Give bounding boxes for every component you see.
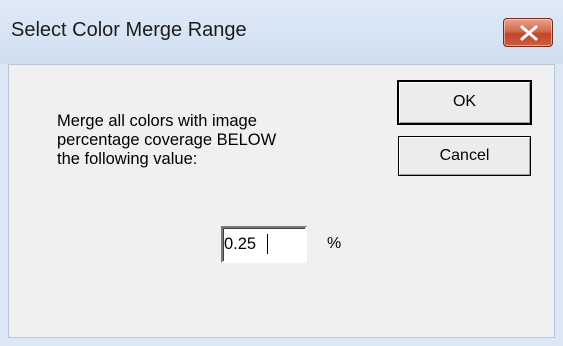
close-icon [520,25,538,41]
text-cursor [267,234,268,254]
cancel-button[interactable]: Cancel [398,136,531,176]
percentage-input[interactable] [221,226,307,263]
percent-unit-label: % [327,235,342,252]
instruction-text: Merge all colors with image percentage c… [57,112,357,169]
instruction-line: percentage coverage BELOW [57,131,277,149]
instruction-line: Merge all colors with image [57,112,257,130]
ok-button[interactable]: OK [397,80,532,125]
dialog-body: Merge all colors with image percentage c… [8,64,555,338]
close-button[interactable] [503,18,553,47]
instruction-line: the following value: [57,150,198,168]
dialog-window: Select Color Merge Range Merge all color… [0,0,563,346]
percentage-field-wrapper [221,226,307,263]
title-bar[interactable]: Select Color Merge Range [0,0,563,64]
window-title: Select Color Merge Range [11,19,247,41]
